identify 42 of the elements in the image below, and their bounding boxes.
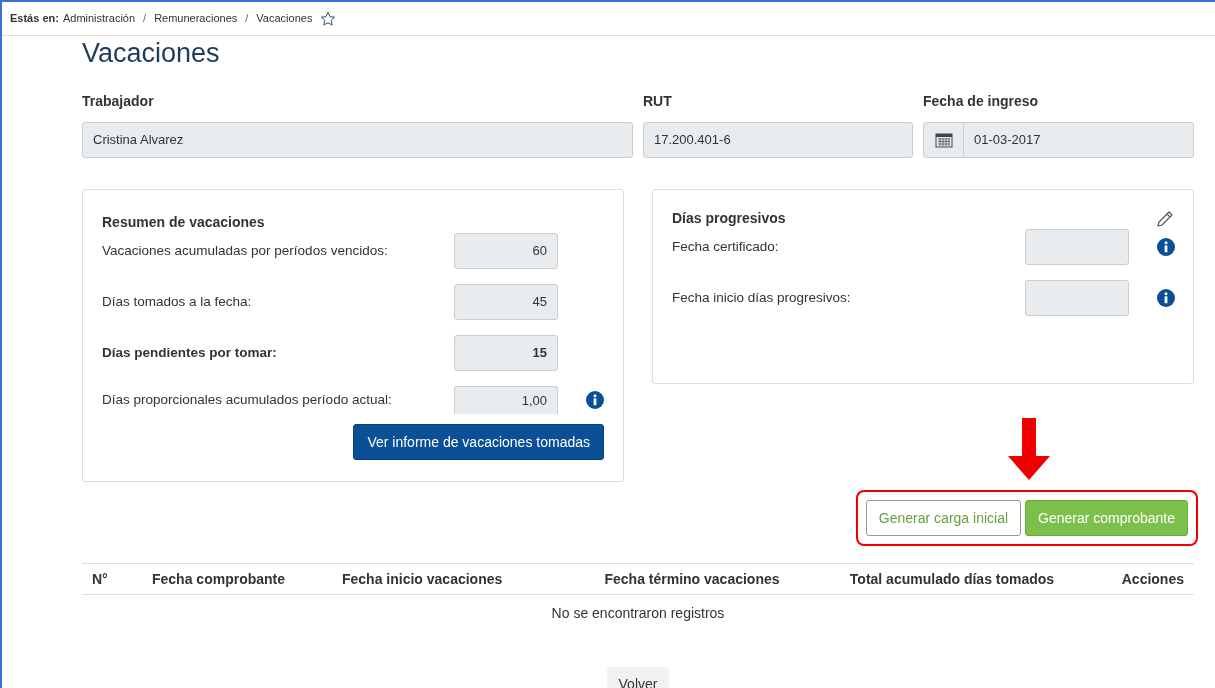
arrow-icon <box>1008 418 1050 480</box>
calendar-icon[interactable] <box>934 132 953 148</box>
summary-value: 60 <box>454 233 558 269</box>
summary-label: Días proporcionales acumulados período actual: <box>102 390 393 409</box>
info-icon <box>1157 289 1175 307</box>
breadcrumb-separator: / <box>142 11 148 27</box>
column-header: Total acumulado días tomados <box>848 569 1056 589</box>
panel-title: Resumen de vacaciones <box>102 213 266 232</box>
column-header: N° <box>92 569 109 589</box>
back-button[interactable]: Volver <box>606 667 670 688</box>
summary-label: Vacaciones acumuladas por períodos vencidos: <box>102 241 389 260</box>
star-icon[interactable] <box>320 10 337 27</box>
summary-label: Días pendientes por tomar: <box>102 343 278 362</box>
input-field[interactable] <box>1025 280 1129 316</box>
summary-value: 1,00 <box>454 386 558 414</box>
report-button[interactable]: Ver informe de vacaciones tomadas <box>353 424 604 460</box>
breadcrumb-link[interactable]: Remuneraciones <box>154 10 238 27</box>
progressive-label: Fecha certificado: <box>672 237 780 256</box>
panel-title: Días progresivos <box>672 209 786 228</box>
column-header: Fecha comprobante <box>152 569 287 589</box>
column-header: Fecha término vacaciones <box>603 569 781 589</box>
column-header: Acciones <box>1120 569 1184 589</box>
input-field[interactable]: 01-03-2017 <box>923 122 1194 158</box>
info-icon <box>1157 238 1175 256</box>
summary-value: 45 <box>454 284 558 320</box>
summary-label: Días tomados a la fecha: <box>102 292 253 311</box>
breadcrumb-link[interactable]: Vacaciones <box>256 10 313 27</box>
field-label: RUT <box>643 92 673 111</box>
breadcrumb-link[interactable]: Administración <box>62 10 136 27</box>
breadcrumb-label: Estás en: <box>10 11 59 27</box>
input-field[interactable] <box>1025 229 1129 265</box>
page-title: Vacaciones <box>82 40 221 67</box>
field-label: Fecha de ingreso <box>923 92 1040 111</box>
info-icon <box>586 391 604 409</box>
input-field[interactable]: Cristina Alvarez <box>82 122 633 158</box>
column-header: Fecha inicio vacaciones <box>342 569 504 589</box>
input-field[interactable]: 17.200.401-6 <box>643 122 913 158</box>
progressive-label: Fecha inicio días progresivos: <box>672 288 852 307</box>
summary-value: 15 <box>454 335 558 371</box>
empty-message: No se encontraron registros <box>551 605 725 621</box>
field-label: Trabajador <box>82 92 155 111</box>
breadcrumb-separator: / <box>244 11 250 27</box>
